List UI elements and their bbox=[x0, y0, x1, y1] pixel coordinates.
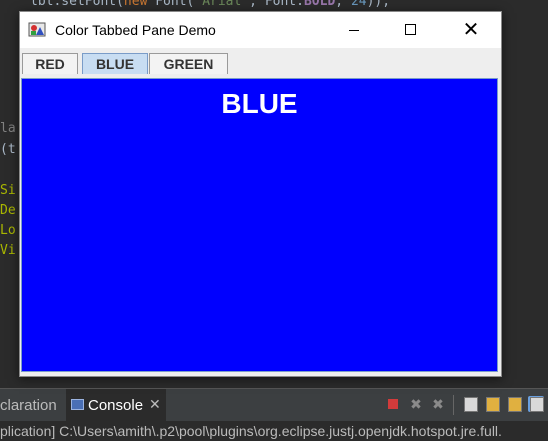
console-view-bar: claration Console ✕ ✖ ✖ bbox=[0, 388, 548, 421]
code-line: Lo bbox=[0, 223, 16, 238]
code-token: , Font. bbox=[249, 0, 304, 9]
code-token-field: BOLD bbox=[303, 0, 336, 9]
clear-console-button[interactable] bbox=[462, 396, 478, 412]
code-token: lbl.setFont( bbox=[30, 0, 124, 9]
tab-console[interactable]: Console ✕ bbox=[66, 389, 166, 421]
code-line: De bbox=[0, 203, 16, 218]
tab-red[interactable]: RED bbox=[22, 53, 78, 74]
app-window: Color Tabbed Pane Demo ✕ RED BLUE GREEN … bbox=[19, 11, 502, 377]
word-wrap-button[interactable] bbox=[506, 396, 522, 412]
code-line: Vi bbox=[0, 243, 16, 258]
tab-console-label: Console bbox=[88, 397, 144, 414]
word-wrap-icon bbox=[508, 397, 522, 412]
remove-launch-button[interactable]: ✖ bbox=[408, 396, 424, 412]
terminate-button[interactable] bbox=[385, 396, 401, 412]
show-console-button[interactable] bbox=[528, 396, 544, 412]
tab-declaration[interactable]: claration bbox=[0, 397, 57, 414]
close-button[interactable]: ✕ bbox=[448, 12, 494, 48]
scroll-lock-button[interactable] bbox=[484, 396, 500, 412]
code-token: , bbox=[335, 0, 351, 9]
show-console-icon bbox=[530, 397, 544, 412]
clear-icon bbox=[464, 397, 478, 412]
maximize-button[interactable] bbox=[388, 12, 434, 48]
tab-blue[interactable]: BLUE bbox=[82, 53, 148, 74]
code-token: Font( bbox=[147, 0, 195, 9]
tab-green[interactable]: GREEN bbox=[149, 53, 228, 74]
maximize-icon bbox=[405, 24, 416, 35]
code-line: (t bbox=[0, 142, 16, 157]
console-process-label: plication] C:\Users\amith\.p2\pool\plugi… bbox=[0, 421, 548, 441]
window-titlebar[interactable]: Color Tabbed Pane Demo ✕ bbox=[20, 12, 501, 48]
code-line: Si bbox=[0, 183, 16, 198]
java-app-icon bbox=[28, 22, 46, 37]
code-token: )); bbox=[366, 0, 391, 9]
tab-strip: RED BLUE GREEN bbox=[20, 49, 501, 77]
code-line: la bbox=[0, 121, 16, 136]
code-token-number: 24 bbox=[350, 0, 367, 9]
code-token-string: "Arial" bbox=[194, 0, 250, 9]
toolbar-divider bbox=[453, 395, 454, 415]
code-line-setfont: lbl.setFont(new Font("Arial", Font.BOLD,… bbox=[30, 0, 390, 9]
scroll-lock-icon bbox=[486, 397, 500, 412]
close-icon[interactable]: ✕ bbox=[149, 396, 161, 413]
console-icon bbox=[71, 399, 84, 410]
window-title: Color Tabbed Pane Demo bbox=[55, 22, 216, 38]
panel-heading: BLUE bbox=[221, 88, 298, 119]
minimize-icon bbox=[349, 30, 359, 31]
code-token-keyword: new bbox=[123, 0, 148, 9]
stop-icon bbox=[388, 399, 398, 409]
minimize-button[interactable] bbox=[331, 12, 377, 48]
tab-content-panel: BLUE bbox=[21, 78, 498, 372]
remove-all-launches-button[interactable]: ✖ bbox=[430, 396, 446, 412]
